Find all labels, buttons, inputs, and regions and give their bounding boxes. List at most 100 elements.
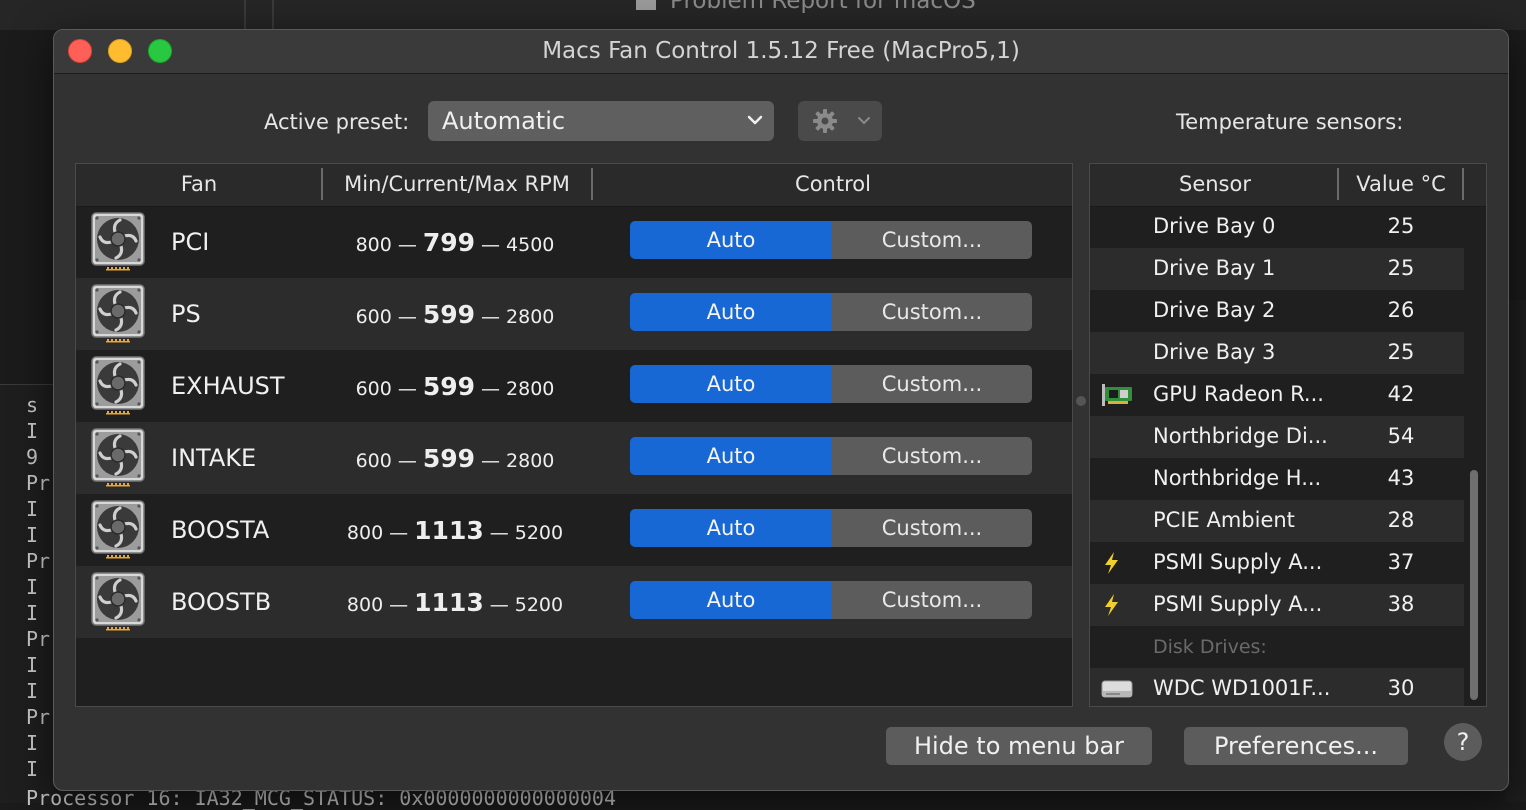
custom-button[interactable]: Custom... xyxy=(832,581,1032,619)
custom-button[interactable]: Custom... xyxy=(832,293,1032,331)
dash: — xyxy=(389,594,409,616)
fan-row[interactable]: BOOSTA 800—1113—5200 Auto Custom... xyxy=(76,494,1072,566)
sensor-row[interactable]: Drive Bay 1 25 xyxy=(1090,248,1464,290)
sensor-value: 37 xyxy=(1387,550,1415,574)
preferences-button[interactable]: Preferences... xyxy=(1184,727,1408,765)
split-view-handle[interactable] xyxy=(1076,396,1086,406)
lightning-icon xyxy=(1100,550,1124,580)
fan-icon xyxy=(90,355,146,415)
fan-rpm: 800—799—4500 xyxy=(328,228,582,257)
sensor-row[interactable]: PSMI Supply A... 37 xyxy=(1090,542,1464,584)
fan-rpm: 600—599—2800 xyxy=(328,372,582,401)
sensor-row[interactable]: Drive Bay 3 25 xyxy=(1090,332,1464,374)
sensor-name: Disk Drives: xyxy=(1153,636,1267,658)
preset-settings-button[interactable] xyxy=(798,101,882,141)
sensor-row[interactable]: PSMI Supply A... 38 xyxy=(1090,584,1464,626)
dash: — xyxy=(397,378,417,400)
background-window-titlebar: Problem Report for macOS xyxy=(0,0,1526,30)
app-window: Macs Fan Control 1.5.12 Free (MacPro5,1)… xyxy=(53,29,1509,791)
rpm-current: 1113 xyxy=(414,516,484,545)
background-window-edge xyxy=(1506,300,1526,802)
fan-row[interactable]: BOOSTB 800—1113—5200 Auto Custom... xyxy=(76,566,1072,638)
fan-name: EXHAUST xyxy=(171,372,285,400)
column-divider[interactable] xyxy=(1337,168,1339,200)
dash: — xyxy=(397,234,417,256)
sensor-value: 25 xyxy=(1387,214,1415,238)
sensors-table-header: Sensor Value °C xyxy=(1090,164,1486,207)
sensors-scrollbar[interactable] xyxy=(1470,470,1478,700)
fan-icon xyxy=(90,427,146,487)
custom-button[interactable]: Custom... xyxy=(832,437,1032,475)
preset-dropdown[interactable]: Automatic xyxy=(428,101,774,141)
sensor-name: Northbridge H... xyxy=(1153,466,1322,490)
disk-drive-icon xyxy=(1100,676,1134,706)
sensor-name: Drive Bay 2 xyxy=(1153,298,1276,322)
sensor-name: WDC WD1001F... xyxy=(1153,676,1331,700)
column-header-sensor[interactable]: Sensor xyxy=(1130,172,1300,196)
sensor-value: 25 xyxy=(1387,340,1415,364)
sensor-row[interactable]: GPU Radeon R... 42 xyxy=(1090,374,1464,416)
dash: — xyxy=(489,522,509,544)
column-divider[interactable] xyxy=(1462,168,1464,200)
auto-button[interactable]: Auto xyxy=(630,365,832,403)
rpm-max: 2800 xyxy=(506,306,555,328)
custom-button[interactable]: Custom... xyxy=(832,509,1032,547)
rpm-max: 2800 xyxy=(506,378,555,400)
document-icon xyxy=(636,0,656,10)
column-header-value[interactable]: Value °C xyxy=(1342,172,1460,196)
auto-button[interactable]: Auto xyxy=(630,293,832,331)
auto-button[interactable]: Auto xyxy=(630,221,832,259)
fan-control-segmented: Auto Custom... xyxy=(630,221,1032,259)
dash: — xyxy=(481,306,501,328)
fan-row[interactable]: PCI 800—799—4500 Auto Custom... xyxy=(76,206,1072,278)
fan-row[interactable]: INTAKE 600—599—2800 Auto Custom... xyxy=(76,422,1072,494)
help-button[interactable]: ? xyxy=(1444,723,1482,761)
rpm-max: 4500 xyxy=(506,234,555,256)
window-titlebar[interactable]: Macs Fan Control 1.5.12 Free (MacPro5,1) xyxy=(54,30,1508,74)
dash: — xyxy=(481,450,501,472)
sensor-row[interactable]: Drive Bay 2 26 xyxy=(1090,290,1464,332)
sensor-row[interactable]: PCIE Ambient 28 xyxy=(1090,500,1464,542)
fan-row[interactable]: EXHAUST 600—599—2800 Auto Custom... xyxy=(76,350,1072,422)
dash: — xyxy=(397,450,417,472)
dash: — xyxy=(481,234,501,256)
column-divider[interactable] xyxy=(321,168,323,200)
sensor-name: Drive Bay 3 xyxy=(1153,340,1276,364)
fan-control-segmented: Auto Custom... xyxy=(630,437,1032,475)
terminal-text: s I 9 Pr I I Pr I I Pr I I Pr I I xyxy=(26,393,51,781)
rpm-min: 600 xyxy=(355,378,392,400)
gear-icon xyxy=(813,109,837,133)
fan-icon xyxy=(90,571,146,631)
fan-name: PCI xyxy=(171,228,210,256)
fan-name: PS xyxy=(171,300,201,328)
hide-to-menu-bar-button[interactable]: Hide to menu bar xyxy=(886,727,1152,765)
background-divider xyxy=(272,0,274,30)
sensor-group-header: Disk Drives: xyxy=(1090,626,1464,668)
sensor-value: 43 xyxy=(1387,466,1415,490)
background-window-title: Problem Report for macOS xyxy=(636,0,976,14)
chevron-down-icon xyxy=(858,117,870,125)
rpm-min: 600 xyxy=(355,450,392,472)
dash: — xyxy=(481,378,501,400)
sensor-row[interactable]: Northbridge Di... 54 xyxy=(1090,416,1464,458)
sensor-row[interactable]: Drive Bay 0 25 xyxy=(1090,206,1464,248)
temperature-sensors-label: Temperature sensors: xyxy=(1176,110,1404,134)
column-header-control[interactable]: Control xyxy=(596,172,1070,196)
custom-button[interactable]: Custom... xyxy=(832,365,1032,403)
fan-name: INTAKE xyxy=(171,444,257,472)
column-header-rpm[interactable]: Min/Current/Max RPM xyxy=(326,172,588,196)
fan-rpm: 600—599—2800 xyxy=(328,300,582,329)
sensor-value: 30 xyxy=(1387,676,1415,700)
auto-button[interactable]: Auto xyxy=(630,437,832,475)
auto-button[interactable]: Auto xyxy=(630,581,832,619)
auto-button[interactable]: Auto xyxy=(630,509,832,547)
column-header-fan[interactable]: Fan xyxy=(136,172,262,196)
sensor-row[interactable]: Northbridge H... 43 xyxy=(1090,458,1464,500)
custom-button[interactable]: Custom... xyxy=(832,221,1032,259)
active-preset-label: Active preset: xyxy=(264,110,410,134)
sensor-row[interactable]: WDC WD1001F... 30 xyxy=(1090,668,1464,706)
rpm-max: 5200 xyxy=(514,522,564,544)
rpm-current: 599 xyxy=(422,300,476,329)
column-divider[interactable] xyxy=(591,168,593,200)
fan-row[interactable]: PS 600—599—2800 Auto Custom... xyxy=(76,278,1072,350)
